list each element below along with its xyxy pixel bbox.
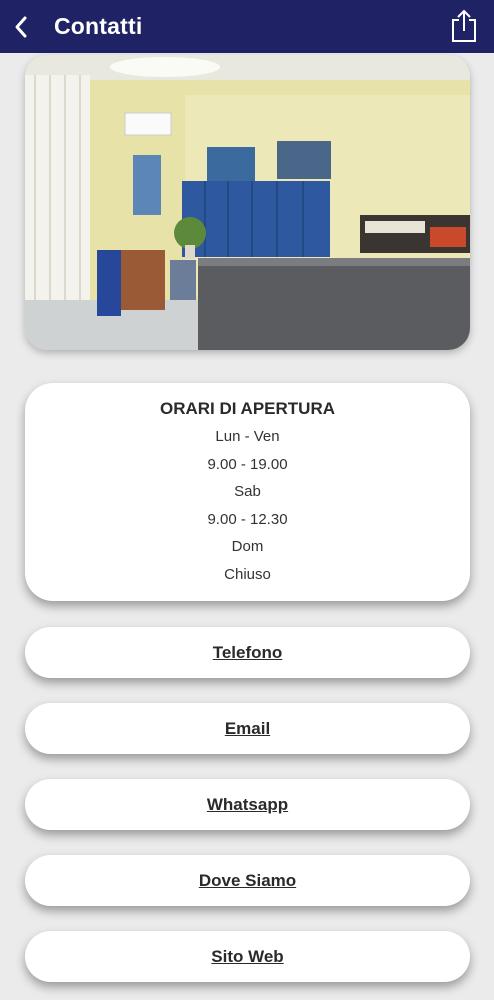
hours-days-sunday: Dom xyxy=(231,538,264,556)
email-button-label: Email xyxy=(224,718,271,738)
page-title: Contatti xyxy=(54,13,143,39)
office-photo xyxy=(25,55,470,350)
whatsapp-button-label: Whatsapp xyxy=(206,794,289,814)
website-button-label: Sito Web xyxy=(211,946,284,966)
whatsapp-button[interactable]: Whatsapp xyxy=(25,779,470,830)
hours-time-weekdays: 9.00 - 19.00 xyxy=(207,455,288,473)
share-icon xyxy=(452,9,476,42)
location-button-label: Dove Siamo xyxy=(198,870,297,890)
hours-days-weekdays: Lun - Ven xyxy=(215,428,280,445)
phone-button[interactable]: Telefono xyxy=(25,627,470,678)
hours-time-sunday: Chiuso xyxy=(224,565,271,583)
location-button[interactable]: Dove Siamo xyxy=(25,855,470,906)
chevron-left-icon xyxy=(15,16,27,37)
back-button[interactable] xyxy=(4,0,38,53)
website-button[interactable]: Sito Web xyxy=(25,931,470,982)
opening-hours-card: ORARI DI APERTURA Lun - Ven 9.00 - 19.00… xyxy=(25,383,470,601)
phone-button-label: Telefono xyxy=(212,642,283,662)
share-button[interactable] xyxy=(444,6,484,46)
app-bar: Contatti xyxy=(0,0,494,53)
hours-days-saturday: Sab xyxy=(234,483,261,501)
opening-hours-title: ORARI DI APERTURA xyxy=(159,399,336,418)
hours-time-saturday: 9.00 - 12.30 xyxy=(207,510,288,528)
email-button[interactable]: Email xyxy=(25,703,470,754)
